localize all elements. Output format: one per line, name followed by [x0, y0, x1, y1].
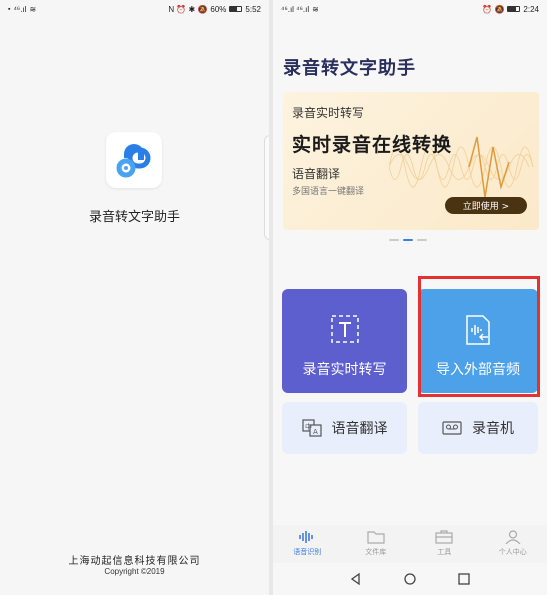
signal-text: ⁴⁶.ıl	[13, 4, 27, 14]
toolbox-icon	[435, 530, 453, 544]
tab-tools[interactable]: 工具	[410, 525, 479, 563]
waveform-icon	[299, 531, 314, 543]
banner-subtitle: 录音实时转写	[292, 106, 365, 120]
wifi-icon: ≋	[29, 4, 37, 14]
person-icon	[505, 530, 521, 544]
status-bar: ▪ ⁴⁶.ıl ≋ N ⏰ ✱ 🔕 60% 5:52	[0, 0, 269, 18]
banner-feature-desc: 多国语言一键翻译	[292, 187, 365, 197]
back-icon[interactable]	[349, 572, 363, 586]
carousel-dot[interactable]	[389, 239, 399, 241]
bottom-tab-bar: 语音识别 文件库 工具 个人中心	[273, 525, 547, 563]
svg-text:A: A	[313, 428, 318, 436]
status-time: 2:24	[523, 4, 539, 14]
voice-translate-label: 语音翻译	[331, 421, 388, 437]
page-title: 录音转文字助手	[283, 58, 416, 79]
tab-label: 个人中心	[498, 548, 527, 556]
cassette-icon	[442, 421, 462, 435]
recorder-card[interactable]: 录音机	[418, 402, 538, 454]
tab-label: 工具	[437, 548, 452, 556]
carousel-indicator	[389, 239, 427, 241]
home-icon[interactable]	[403, 572, 417, 586]
svg-text:中: 中	[305, 422, 312, 431]
status-icons: ⏰ 🔕	[482, 4, 505, 14]
signal-text: ⁴⁶.ıl ⁴⁶.ıl	[281, 4, 310, 14]
highlight-box	[418, 276, 540, 397]
company-name: 上海动起信息科技有限公司	[68, 556, 201, 567]
system-nav-bar	[273, 563, 547, 595]
carousel-dot[interactable]	[417, 239, 427, 241]
text-box-icon	[330, 315, 359, 343]
promo-banner[interactable]: 录音实时转写 实时录音在线转换 语音翻译 多国语言一键翻译 立即使用 >	[283, 92, 539, 230]
signal-icon: ▪	[8, 5, 11, 13]
recorder-label: 录音机	[472, 421, 514, 437]
realtime-transcribe-card[interactable]: 录音实时转写	[282, 289, 407, 393]
wifi-icon: ≋	[312, 4, 319, 14]
copyright-text: Copyright ©2019	[104, 567, 165, 576]
tab-speech-recognition[interactable]: 语音识别	[273, 525, 342, 563]
battery-icon	[507, 6, 521, 12]
carousel-dot-active[interactable]	[403, 239, 413, 241]
banner-feature: 语音翻译	[292, 167, 341, 181]
tab-file-library[interactable]: 文件库	[342, 525, 411, 563]
status-icons: N ⏰ ✱ 🔕	[168, 4, 208, 14]
banner-headline: 实时录音在线转换	[292, 134, 453, 156]
app-logo-icon	[106, 132, 162, 188]
splash-screen: ▪ ⁴⁶.ıl ≋ N ⏰ ✱ 🔕 60% 5:52 录音转文字助手 上海动起信…	[0, 0, 269, 595]
voice-translate-card[interactable]: 中 A 语音翻译	[282, 402, 407, 454]
battery-icon	[229, 6, 243, 12]
use-now-button[interactable]: 立即使用 >	[445, 197, 527, 214]
realtime-transcribe-label: 录音实时转写	[302, 362, 387, 378]
translate-icon: 中 A	[301, 419, 322, 437]
main-screen: ⁴⁶.ıl ⁴⁶.ıl ≋ ⏰ 🔕 2:24 录音转文字助手 录音实时转写 实时…	[273, 0, 547, 595]
recents-icon[interactable]	[457, 572, 471, 586]
tab-label: 语音识别	[293, 548, 322, 556]
tab-profile[interactable]: 个人中心	[479, 525, 547, 563]
folder-icon	[367, 531, 385, 544]
status-time: 5:52	[245, 4, 261, 14]
battery-percent: 60%	[210, 4, 227, 14]
tab-label: 文件库	[365, 548, 387, 556]
splash-app-name: 录音转文字助手	[88, 210, 180, 225]
status-bar: ⁴⁶.ıl ⁴⁶.ıl ≋ ⏰ 🔕 2:24	[273, 0, 547, 18]
